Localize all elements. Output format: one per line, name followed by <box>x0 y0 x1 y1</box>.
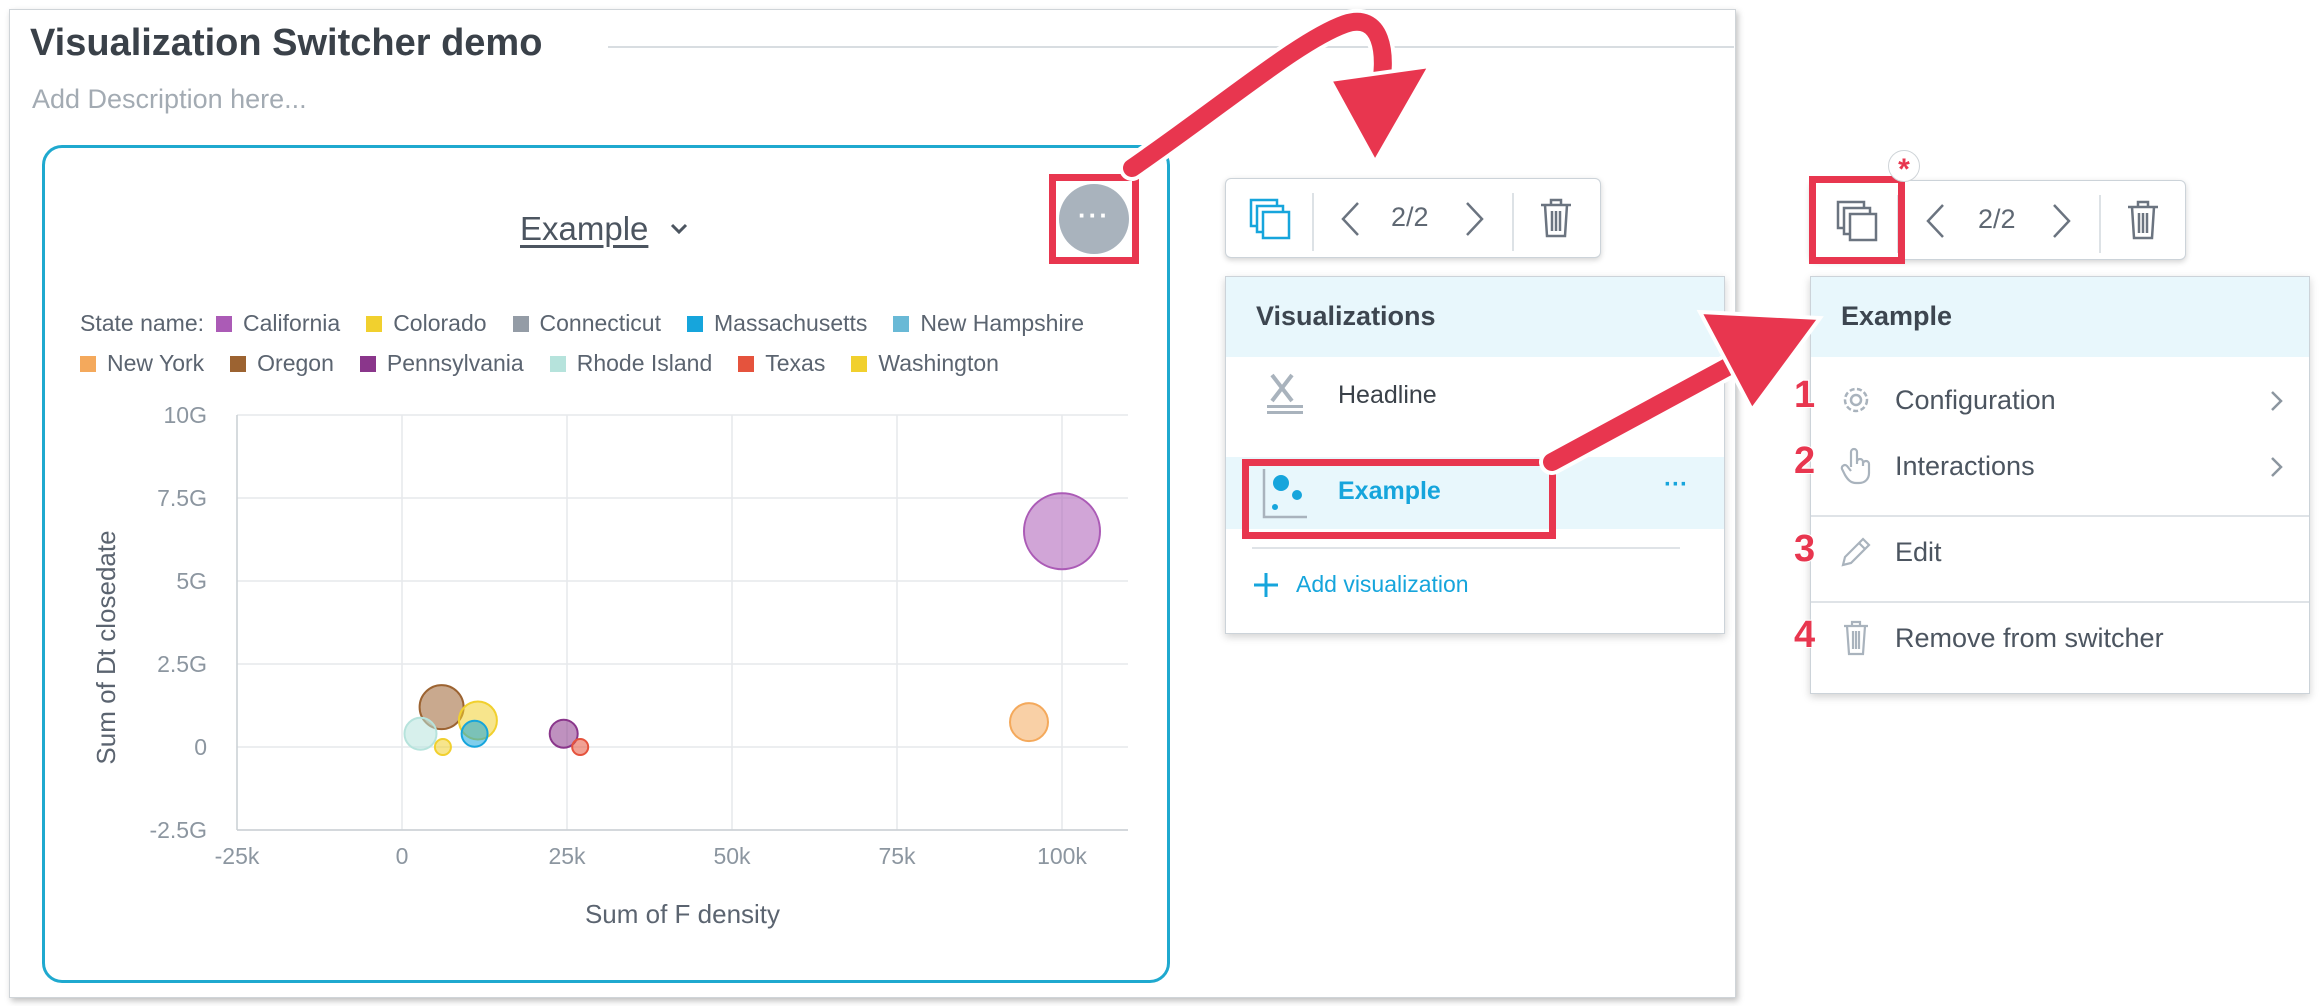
annotation-arrows <box>1119 8 1824 475</box>
arrow-head-1 <box>1326 63 1434 167</box>
